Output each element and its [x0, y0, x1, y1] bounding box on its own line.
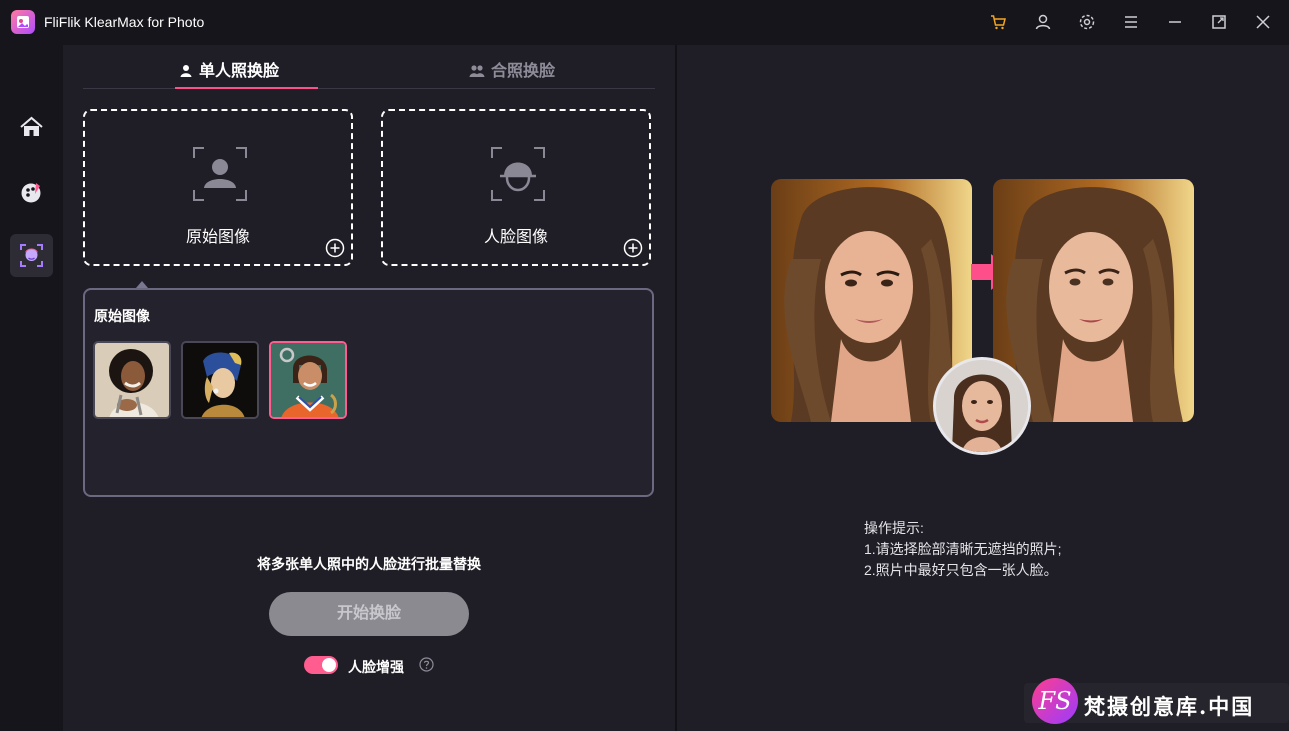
batch-replace-description: 将多张单人照中的人脸进行批量替换 — [257, 556, 481, 572]
portrait-frame-icon — [193, 147, 247, 201]
face-image-dropzone[interactable]: 人脸图像 — [381, 109, 651, 266]
active-tab-indicator — [175, 87, 318, 89]
face-image-label: 人脸图像 — [483, 229, 548, 246]
original-image-gallery: 原始图像 — [83, 288, 654, 497]
popover-pointer — [136, 281, 148, 288]
face-swap-panel: 单人照换脸 合照换脸 原始图像 人脸图像 原始图像 将多张单人照中的人脸进行批量… — [63, 45, 675, 731]
gallery-thumb[interactable] — [93, 341, 171, 419]
group-icon — [469, 65, 485, 77]
gallery-thumb[interactable] — [181, 341, 259, 419]
home-icon — [20, 116, 43, 136]
tips-title: 操作提示: — [864, 520, 924, 536]
tab-group-face-swap[interactable]: 合照换脸 — [469, 57, 555, 81]
cart-icon[interactable] — [989, 13, 1007, 31]
tips-line-2: 2.照片中最好只包含一张人脸。 — [864, 562, 1058, 578]
face-frame-icon — [491, 147, 545, 201]
add-original-icon[interactable] — [325, 238, 345, 258]
tab-group-label: 合照换脸 — [491, 63, 556, 80]
face-enhance-label: 人脸增强 — [348, 659, 404, 675]
user-icon[interactable] — [1034, 13, 1052, 31]
help-icon[interactable] — [419, 657, 434, 672]
watermark-logo: FS — [1032, 678, 1078, 724]
person-icon — [180, 65, 192, 77]
menu-icon[interactable] — [1122, 13, 1140, 31]
minimize-icon[interactable] — [1166, 13, 1184, 31]
palette-icon — [21, 183, 41, 203]
settings-icon[interactable] — [1078, 13, 1096, 31]
tab-single-label: 单人照换脸 — [199, 63, 280, 80]
app-title: FliFlik KlearMax for Photo — [44, 14, 205, 30]
sidebar-item-home[interactable] — [10, 106, 53, 149]
app-logo — [11, 10, 35, 34]
tab-single-face-swap[interactable]: 单人照换脸 — [179, 57, 279, 81]
sidebar — [0, 45, 63, 731]
source-face-circle — [933, 357, 1031, 455]
tab-bar: 单人照换脸 合照换脸 — [83, 45, 655, 89]
maximize-icon[interactable] — [1210, 13, 1228, 31]
original-image-dropzone[interactable]: 原始图像 — [83, 109, 353, 266]
face-enhance-toggle[interactable] — [304, 656, 338, 674]
gallery-thumb-selected[interactable] — [269, 341, 347, 419]
add-face-icon[interactable] — [623, 238, 643, 258]
start-face-swap-button[interactable]: 开始换脸 — [269, 592, 469, 636]
watermark: FS 梵摄创意库.中国 — [1024, 678, 1289, 724]
toggle-knob — [322, 658, 336, 672]
sample-photo-pearl-earring — [183, 343, 257, 417]
title-bar: FliFlik KlearMax for Photo — [0, 0, 1289, 45]
watermark-text: 梵摄创意库.中国 — [1084, 694, 1255, 719]
tips-line-1: 1.请选择脸部清晰无遮挡的照片; — [864, 541, 1062, 557]
close-icon[interactable] — [1254, 13, 1272, 31]
sidebar-item-face-swap[interactable] — [10, 234, 53, 277]
face-swap-icon — [20, 244, 43, 267]
original-image-label: 原始图像 — [185, 229, 250, 246]
operation-tips: 操作提示: 1.请选择脸部清晰无遮挡的照片; 2.照片中最好只包含一张人脸。 — [864, 518, 1062, 581]
gallery-title: 原始图像 — [94, 308, 150, 324]
sidebar-item-enhance[interactable] — [10, 171, 53, 214]
sample-photo-man-medal — [271, 343, 345, 417]
preview-panel: 操作提示: 1.请选择脸部清晰无遮挡的照片; 2.照片中最好只包含一张人脸。 — [677, 45, 1289, 731]
sample-photo-woman-curly-hair — [95, 343, 169, 417]
